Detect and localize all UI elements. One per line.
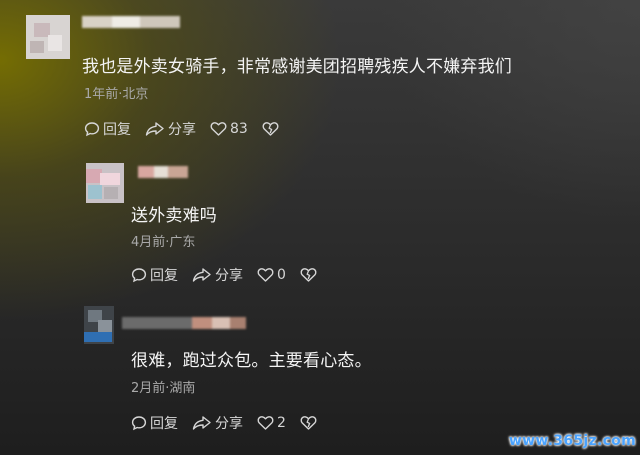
comment-icon [131, 416, 147, 431]
like-button[interactable]: 0 [257, 267, 286, 283]
comment-icon [84, 122, 100, 137]
like-count: 2 [277, 415, 286, 431]
comment-meta: 2月前·湖南 [131, 381, 196, 396]
comment-actions: 回复 分享 0 [131, 265, 331, 285]
comment-actions: 回复 分享 83 [84, 119, 293, 139]
share-label: 分享 [215, 416, 243, 432]
share-icon [145, 122, 164, 136]
username[interactable] [82, 16, 180, 28]
avatar[interactable] [84, 306, 114, 344]
reply-label: 回复 [150, 416, 178, 432]
comment-text: 我也是外卖女骑手，非常感谢美团招聘残疾人不嫌弃我们 [82, 57, 512, 77]
dislike-button[interactable] [300, 267, 317, 283]
dislike-button[interactable] [300, 415, 317, 431]
avatar[interactable] [86, 163, 124, 203]
comment-icon [131, 268, 147, 283]
dislike-heart-icon [300, 268, 317, 282]
like-button[interactable]: 83 [210, 121, 248, 137]
share-button[interactable]: 分享 [192, 413, 243, 433]
share-button[interactable]: 分享 [145, 119, 196, 139]
watermark: www.365jz.com [508, 433, 636, 449]
like-heart-icon [210, 122, 227, 136]
share-label: 分享 [168, 122, 196, 138]
share-button[interactable]: 分享 [192, 265, 243, 285]
comment-text: 很难，跑过众包。主要看心态。 [131, 351, 372, 371]
reply-label: 回复 [150, 268, 178, 284]
reply-label: 回复 [103, 122, 131, 138]
reply-button[interactable]: 回复 [131, 413, 178, 433]
like-heart-icon [257, 268, 274, 282]
dislike-heart-icon [300, 416, 317, 430]
reply-button[interactable]: 回复 [131, 265, 178, 285]
dislike-heart-icon [262, 122, 279, 136]
comment-meta: 1年前·北京 [84, 87, 149, 102]
like-button[interactable]: 2 [257, 415, 286, 431]
like-heart-icon [257, 416, 274, 430]
username[interactable] [122, 317, 246, 329]
like-count: 0 [277, 267, 286, 283]
avatar[interactable] [26, 15, 70, 59]
comment-actions: 回复 分享 2 [131, 413, 331, 433]
comment-meta: 4月前·广东 [131, 235, 196, 250]
reply-button[interactable]: 回复 [84, 119, 131, 139]
comment-text: 送外卖难吗 [131, 206, 217, 226]
share-icon [192, 416, 211, 430]
share-icon [192, 268, 211, 282]
dislike-button[interactable] [262, 121, 279, 137]
like-count: 83 [230, 121, 248, 137]
share-label: 分享 [215, 268, 243, 284]
username[interactable] [138, 166, 188, 178]
